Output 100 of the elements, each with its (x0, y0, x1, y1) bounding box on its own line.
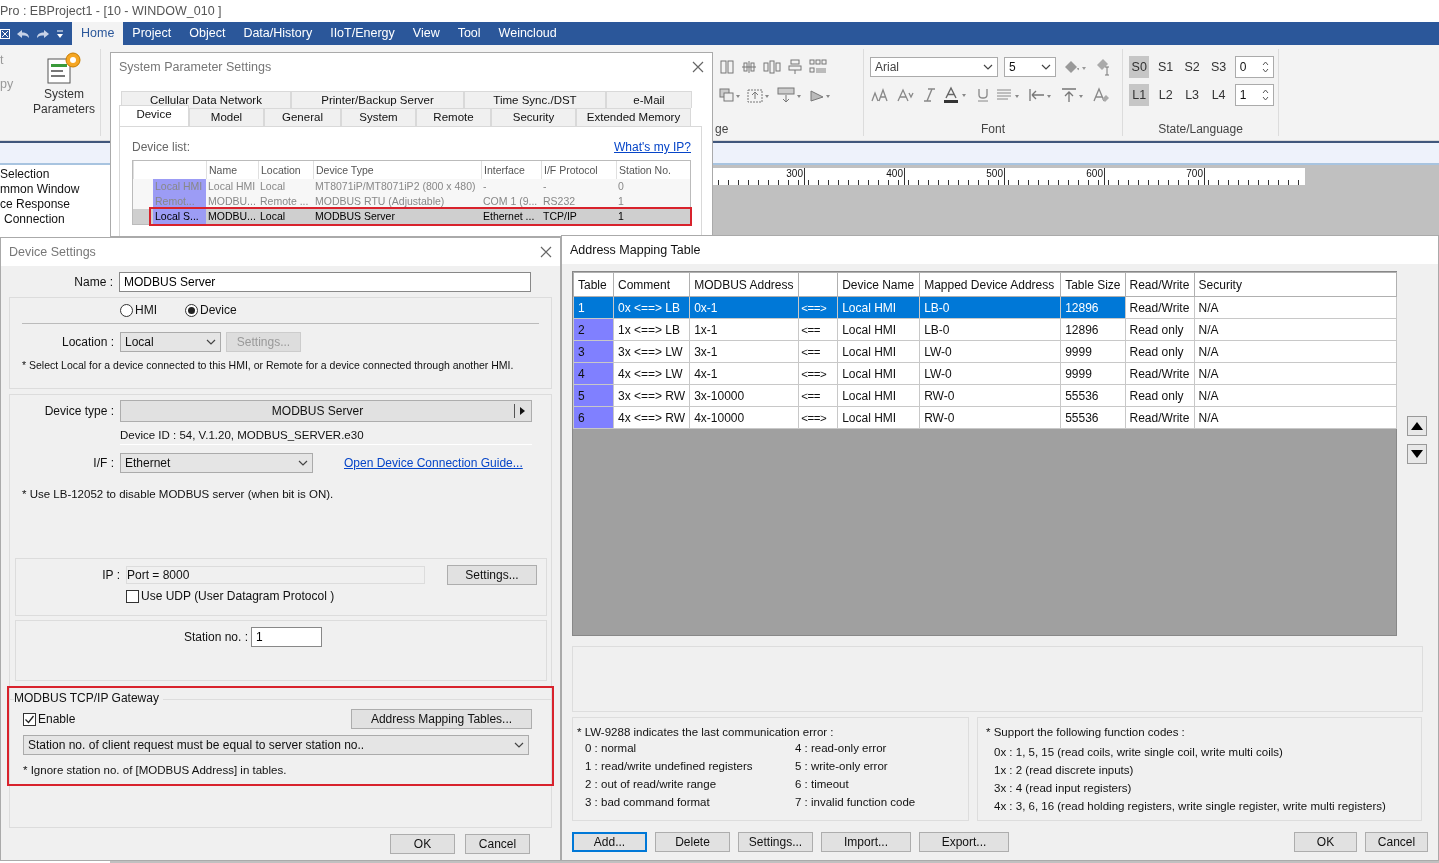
tab[interactable]: Extended Memory (576, 108, 691, 126)
font-grow-icon[interactable] (870, 87, 890, 103)
button[interactable]: Export... (919, 832, 1009, 852)
button[interactable]: Settings... (447, 565, 537, 585)
table-cell: 3x-1 (689, 340, 799, 363)
distribute-icon[interactable] (763, 59, 781, 75)
location-dropdown[interactable]: Local (120, 332, 221, 352)
radio-button[interactable]: Device (185, 303, 237, 317)
move-up-icon[interactable] (1407, 416, 1427, 436)
ruler-label: 700 (1186, 168, 1204, 181)
ribbon-tab[interactable]: Project (123, 22, 181, 45)
tab[interactable]: Security (491, 108, 576, 126)
state-button[interactable]: S0 (1129, 56, 1150, 78)
ribbon-tab[interactable]: Tool (448, 22, 490, 45)
state-button[interactable]: S2 (1181, 56, 1203, 78)
customize-icon[interactable] (56, 28, 64, 39)
sidebar-item[interactable]: mmon Window (0, 182, 110, 197)
button[interactable]: Cancel (465, 834, 530, 854)
italic-icon[interactable] (922, 87, 936, 103)
column-header[interactable]: Security (1194, 272, 1397, 297)
radio-button[interactable]: HMI (120, 303, 157, 317)
sidebar-item[interactable]: ce Response (0, 197, 110, 212)
tab[interactable]: e-Mail (606, 91, 692, 108)
table-cell-text: - (542, 179, 548, 194)
bring-forward-icon[interactable] (747, 87, 771, 103)
move-down-icon[interactable] (1407, 444, 1427, 464)
station-mode-dropdown[interactable]: Station no. of client request must be equal to server station no.. (23, 735, 529, 755)
button[interactable]: Address Mapping Tables... (351, 709, 532, 729)
table-cell: N/A (1194, 318, 1397, 341)
state-button[interactable]: L4 (1208, 84, 1229, 106)
link[interactable]: Open Device Connection Guide... (344, 456, 523, 470)
close-icon[interactable] (540, 246, 552, 258)
button[interactable]: OK (1294, 832, 1357, 852)
state-button[interactable]: L3 (1181, 84, 1203, 106)
font-size-dropdown[interactable]: 5 (1004, 57, 1056, 77)
table-cell: <== (798, 340, 838, 363)
ribbon-tab[interactable]: Object (180, 22, 235, 45)
ribbon-tab[interactable]: IIoT/Energy (321, 22, 404, 45)
table-row[interactable]: Local S... MODBU... Local MODBUS Server Ethernet ... TCP/IP 1 (133, 209, 690, 224)
ribbon-tab[interactable]: Weincloud (489, 22, 566, 45)
layer-icon[interactable] (719, 87, 741, 103)
spin-box[interactable]: 0 (1234, 56, 1274, 78)
button[interactable]: Delete (655, 832, 730, 852)
column-header[interactable]: Device Name (837, 272, 920, 297)
ribbon-tab[interactable]: Home (72, 22, 124, 45)
close-icon[interactable] (692, 61, 704, 73)
tab[interactable]: Time Sync./DST (464, 91, 606, 108)
ip-field: Port = 8000 (126, 566, 425, 584)
tab[interactable]: Remote (416, 108, 491, 126)
button[interactable]: Settings... (738, 832, 813, 852)
underline-icon[interactable] (976, 87, 990, 103)
ribbon-tab[interactable]: Data/History (234, 22, 322, 45)
button[interactable]: Cancel (1365, 832, 1428, 852)
font-name-dropdown[interactable]: Arial (870, 57, 998, 77)
table-cell: Read only (1125, 318, 1195, 341)
sidebar-item[interactable]: Selection (0, 167, 110, 182)
align-top-icon[interactable] (1060, 87, 1086, 103)
column-header[interactable]: Comment (613, 272, 690, 297)
tab[interactable]: General (264, 108, 341, 126)
state-button[interactable]: S3 (1208, 56, 1229, 78)
checkbox[interactable]: Use UDP (User Datagram Protocol ) (126, 589, 335, 603)
tab[interactable]: Device (119, 105, 189, 126)
system-parameters-button[interactable]: System Parameters (28, 45, 100, 140)
station-field[interactable]: 1 (251, 627, 322, 647)
redo-icon[interactable] (36, 28, 50, 39)
column-header[interactable]: Table Size (1060, 272, 1126, 297)
undo-icon[interactable] (16, 28, 30, 39)
clear-format-icon[interactable] (1092, 87, 1110, 103)
device-type-button[interactable]: MODBUS Server (120, 400, 532, 422)
button[interactable]: Import... (821, 832, 911, 852)
button[interactable]: Add... (572, 832, 647, 852)
align-icon[interactable] (741, 59, 757, 75)
name-field[interactable]: MODBUS Server (119, 272, 531, 292)
tab[interactable]: Printer/Backup Server (291, 91, 464, 108)
sidebar-item[interactable]: Connection (0, 212, 110, 227)
state-button[interactable]: L2 (1155, 84, 1176, 106)
distribute-icon[interactable] (787, 59, 803, 75)
state-button[interactable]: L1 (1129, 84, 1150, 106)
interface-dropdown[interactable]: Ethernet (120, 453, 313, 473)
font-shrink-icon[interactable] (896, 87, 916, 103)
button[interactable]: OK (390, 834, 455, 854)
link[interactable]: What's my IP? (614, 140, 691, 154)
align-icon[interactable] (719, 59, 735, 75)
state-button[interactable]: S1 (1155, 56, 1176, 78)
grid-icon[interactable] (809, 59, 827, 75)
column-header[interactable]: Read/Write (1125, 272, 1195, 297)
column-header[interactable]: Table (573, 272, 614, 297)
table-row[interactable]: Local HMI Local HMI Local MT8071iP/MT8071iP2 (800 x 480) - - 0 (133, 179, 690, 194)
spin-box[interactable]: 1 (1234, 84, 1274, 106)
align-text-icon[interactable] (996, 87, 1022, 103)
tab[interactable]: Cellular Data Network (121, 91, 291, 108)
tab[interactable]: Model (189, 108, 264, 126)
window-icon[interactable] (0, 28, 10, 39)
checkbox[interactable]: Enable (23, 712, 76, 726)
ribbon-tab[interactable]: View (403, 22, 449, 45)
indent-icon[interactable] (1028, 87, 1054, 103)
send-backward-icon[interactable] (777, 87, 803, 103)
column-header[interactable]: MODBUS Address (689, 272, 799, 297)
tab[interactable]: System (341, 108, 416, 126)
column-header[interactable]: Mapped Device Address (919, 272, 1061, 297)
